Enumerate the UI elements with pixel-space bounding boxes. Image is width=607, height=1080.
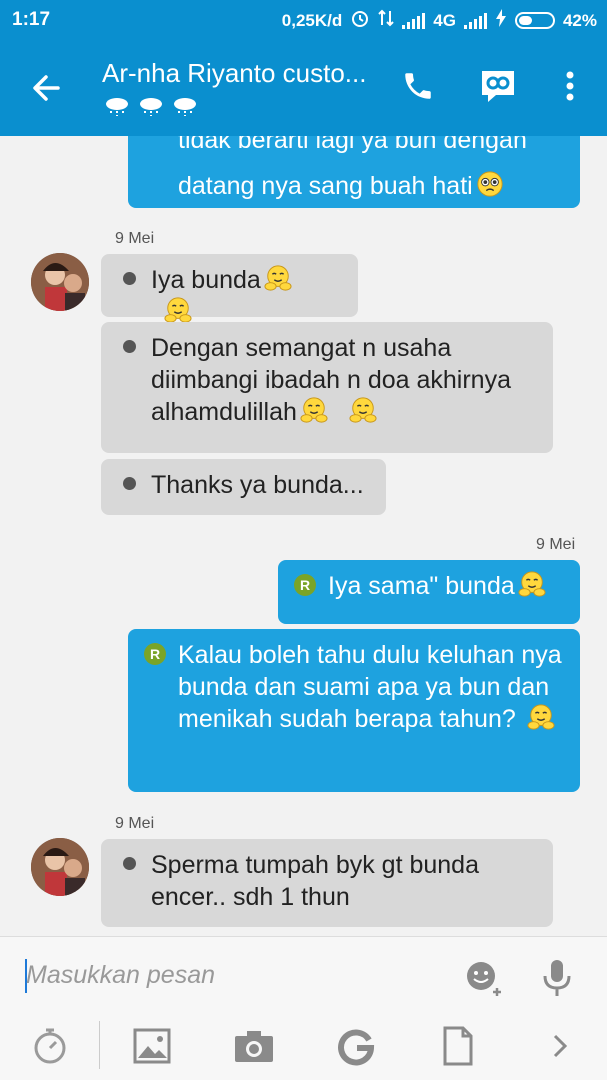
status-right: 0,25K/d 4G 42% xyxy=(282,8,597,33)
date-separator: 9 Mei xyxy=(536,536,576,553)
cloud-rain-icon xyxy=(172,96,198,124)
bullet-dot xyxy=(123,477,136,490)
date-separator: 9 Mei xyxy=(115,230,155,247)
avatar[interactable] xyxy=(31,253,89,311)
message-text-line: datang nya sang buah hati xyxy=(178,170,562,202)
camera-icon xyxy=(235,1031,273,1062)
message-text: Iya sama" bunda xyxy=(328,572,515,600)
message-text: Sperma tumpah byk gt bunda encer.. sdh 1… xyxy=(151,851,479,911)
cloud-rain-icon xyxy=(138,96,164,124)
image-icon xyxy=(133,1028,171,1064)
network-type: 4G xyxy=(433,10,456,30)
more-vert-icon xyxy=(566,71,574,101)
camera-button[interactable] xyxy=(231,1023,277,1069)
date-separator: 9 Mei xyxy=(115,815,155,832)
message-text: Kalau boleh tahu dulu keluhan nya bunda … xyxy=(178,641,562,733)
charging-icon xyxy=(495,9,507,32)
app-bar: Ar-nha Riyanto custo... xyxy=(0,40,607,136)
microphone-icon xyxy=(543,960,571,996)
message-bubble-incoming[interactable]: Dengan semangat n usaha diimbangi ibadah… xyxy=(101,322,553,453)
gallery-button[interactable] xyxy=(129,1023,175,1069)
pleading-face-emoji-icon xyxy=(477,171,503,197)
gif-button[interactable] xyxy=(333,1023,379,1069)
message-bubble-outgoing[interactable]: R Kalau boleh tahu dulu keluhan nya bund… xyxy=(128,629,580,792)
arrow-left-icon xyxy=(33,75,60,101)
alarm-icon xyxy=(350,8,370,33)
message-list[interactable]: tidak berarti lagi ya bun dengan datang … xyxy=(0,136,607,936)
signal-icon xyxy=(402,12,426,29)
message-text: Dengan semangat n usaha diimbangi ibadah… xyxy=(151,334,511,426)
hugging-face-emoji-icon xyxy=(349,397,377,423)
message-bubble-incoming[interactable]: Iya bunda xyxy=(101,254,358,323)
message-text: Thanks ya bunda... xyxy=(151,471,364,499)
document-icon xyxy=(443,1026,473,1066)
message-bubble-outgoing[interactable]: tidak berarti lagi ya bun dengan datang … xyxy=(128,136,580,208)
message-bubble-incoming[interactable]: Sperma tumpah byk gt bunda encer.. sdh 1… xyxy=(101,839,553,927)
phone-icon xyxy=(405,73,431,99)
contact-name[interactable]: Ar-nha Riyanto custo... xyxy=(102,58,366,89)
voice-input-button[interactable] xyxy=(534,955,580,1001)
avatar[interactable] xyxy=(31,838,89,896)
call-button[interactable] xyxy=(398,64,438,108)
cloud-rain-icon xyxy=(104,96,130,124)
battery-fill xyxy=(518,16,533,25)
back-button[interactable] xyxy=(24,66,68,110)
hugging-face-emoji-icon xyxy=(300,397,328,423)
network-speed: 0,25K/d xyxy=(281,10,343,30)
file-button[interactable] xyxy=(435,1023,481,1069)
profile-photo-icon xyxy=(31,253,89,311)
chat-bubble-icon xyxy=(482,71,514,102)
weather-status xyxy=(104,96,198,124)
status-time: 1:17 xyxy=(12,9,51,30)
hugging-face-emoji-icon xyxy=(164,297,192,323)
g-logo-icon xyxy=(338,1029,375,1066)
signal-icon-2 xyxy=(463,12,487,29)
composer: Masukkan pesan xyxy=(0,936,607,1080)
hugging-face-emoji-icon xyxy=(264,265,292,291)
stopwatch-icon xyxy=(34,1028,66,1064)
more-options-button[interactable] xyxy=(550,64,590,108)
message-input[interactable]: Masukkan pesan xyxy=(26,961,215,990)
read-receipt-badge: R xyxy=(294,574,316,596)
bullet-dot xyxy=(123,272,136,285)
battery-percent: 42% xyxy=(562,10,597,30)
message-bubble-incoming[interactable]: Thanks ya bunda... xyxy=(101,459,386,515)
message-text-line: tidak berarti lagi ya bun dengan xyxy=(178,136,527,154)
emoji-button[interactable] xyxy=(460,955,506,1001)
chevron-right-icon xyxy=(553,1034,568,1058)
bullet-dot xyxy=(123,340,136,353)
video-chat-button[interactable] xyxy=(478,64,518,108)
profile-photo-icon xyxy=(31,838,89,896)
hugging-face-emoji-icon xyxy=(518,571,546,597)
hugging-face-emoji-icon xyxy=(527,704,555,730)
data-transfer-icon xyxy=(378,9,394,32)
toolbar-divider xyxy=(99,1021,100,1069)
bullet-dot xyxy=(123,857,136,870)
emoji-add-icon xyxy=(467,962,501,996)
message-text: Iya bunda xyxy=(151,266,261,294)
more-tools-button[interactable] xyxy=(537,1023,583,1069)
battery-icon xyxy=(514,12,555,29)
message-text: datang nya sang buah hati xyxy=(178,172,473,200)
read-receipt-badge: R xyxy=(144,643,166,665)
message-bubble-outgoing[interactable]: R Iya sama" bunda xyxy=(278,560,580,624)
status-bar: 1:17 0,25K/d 4G 42% xyxy=(0,0,607,40)
timer-button[interactable] xyxy=(27,1023,73,1069)
